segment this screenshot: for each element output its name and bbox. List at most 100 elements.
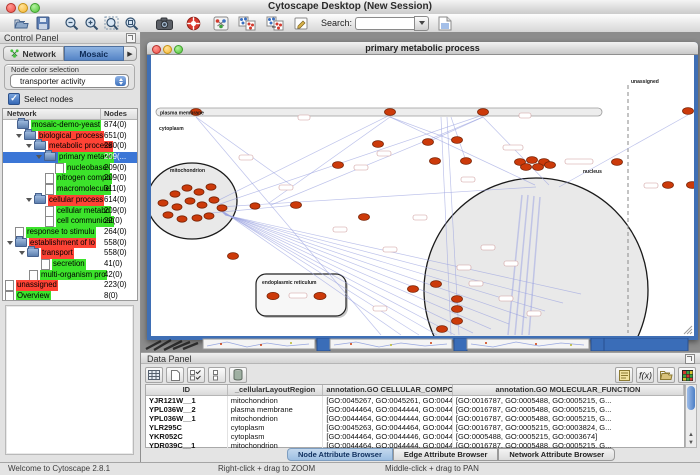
network-box-icon[interactable] — [213, 15, 229, 31]
zoom-fit-icon[interactable] — [104, 15, 120, 31]
search-dropdown-button[interactable] — [414, 16, 429, 31]
node-color-dropdown[interactable]: transporter activity — [10, 74, 129, 88]
tree-row-nucleobase[interactable]: nucleobase-209(0) — [3, 163, 137, 174]
tree-row-mosaic-demo-yeast[interactable]: mosaic-demo-yeast874(0) — [3, 120, 137, 131]
col-id[interactable]: ID — [146, 385, 228, 395]
network-file-icon — [45, 173, 54, 184]
tree-row-cellular-process[interactable]: cellular process614(0) — [3, 195, 137, 206]
network-file-icon — [45, 206, 54, 217]
function-builder-icon[interactable]: f(x) — [636, 367, 654, 383]
tab-node-attribute-browser[interactable]: Node Attribute Browser — [287, 448, 393, 461]
table-scrollbar[interactable]: ▲ ▼ — [685, 384, 697, 448]
resize-grip-icon[interactable] — [684, 326, 692, 334]
select-nodes-checkbox[interactable]: ✓ — [8, 93, 20, 105]
select-attributes-icon[interactable] — [187, 367, 205, 383]
tree-row-secretion[interactable]: secretion41(0) — [3, 259, 137, 270]
open-file-icon[interactable] — [14, 15, 30, 31]
folder-icon — [44, 152, 56, 161]
dropdown-value: transporter activity — [20, 77, 85, 86]
tab-network[interactable]: Network — [3, 46, 64, 61]
tree-row-establishment-of-localization[interactable]: establishment of lo558(0) — [3, 238, 137, 249]
app-title: Cytoscape Desktop (New Session) — [0, 0, 700, 14]
data-panel-header: Data Panel — [141, 352, 700, 364]
import-attributes-icon[interactable] — [657, 367, 675, 383]
tree-row-response-to-stimulus[interactable]: response to stimulu264(0) — [3, 227, 137, 238]
attribute-table: ID _cellularLayoutRegion annotation.GO C… — [145, 384, 685, 448]
minimized-windows-strip[interactable] — [141, 338, 700, 351]
tab-mosaic[interactable]: Mosaic — [64, 46, 125, 61]
network-transform-icon-2[interactable] — [266, 15, 284, 31]
search-input[interactable] — [355, 17, 414, 30]
tree-row-unassigned[interactable]: unassigned223(0) — [3, 280, 137, 291]
tab-scroll-button[interactable]: ▶ — [124, 46, 137, 61]
expand-triangle[interactable] — [36, 155, 42, 159]
attribute-table-icon[interactable] — [145, 367, 163, 383]
heatmap-icon[interactable] — [678, 367, 696, 383]
col-go-molecular-function[interactable]: annotation.GO MOLECULAR_FUNCTION — [453, 385, 684, 395]
snapshot-camera-icon[interactable] — [156, 15, 173, 31]
expand-triangle[interactable] — [26, 144, 32, 148]
help-lifering-icon[interactable] — [186, 15, 201, 31]
attribute-table-header[interactable]: ID _cellularLayoutRegion annotation.GO C… — [146, 385, 684, 396]
table-row[interactable]: YKR052Ccytoplasm[GO:0044464, GO:0044446,… — [146, 432, 684, 441]
scroll-down-icon[interactable]: ▼ — [686, 439, 696, 447]
new-attribute-icon[interactable] — [166, 367, 184, 383]
expand-triangle[interactable] — [19, 251, 25, 255]
tree-row-multi-organism-process[interactable]: multi-organism pro42(0) — [3, 270, 137, 281]
expand-triangle[interactable] — [26, 198, 32, 202]
tree-row-metabolic-process[interactable]: metabolic process280(0) — [3, 141, 137, 152]
expand-triangle[interactable] — [16, 134, 22, 138]
plasma-membrane-region[interactable] — [156, 108, 602, 116]
status-welcome: Welcome to Cytoscape 2.8.1 — [8, 464, 110, 473]
group-label: Node color selection — [11, 65, 79, 74]
annotation-icon[interactable] — [294, 15, 309, 31]
network-canvas[interactable]: plasma membrane cytoplasm mitochondrion … — [151, 55, 694, 336]
birds-eye-view[interactable] — [5, 305, 134, 455]
status-zoom-hint: Right-click + drag to ZOOM — [218, 464, 315, 473]
tab-edge-attribute-browser[interactable]: Edge Attribute Browser — [393, 448, 498, 461]
tree-row-primary-metabolic[interactable]: primary metabo209(... — [3, 152, 137, 163]
import-table-icon[interactable] — [438, 15, 452, 31]
table-row[interactable]: YLR295Ccytoplasm[GO:0045263, GO:0044464,… — [146, 423, 684, 432]
control-panel-tabs: Network Mosaic ▶ — [3, 46, 137, 61]
tab-network-attribute-browser[interactable]: Network Attribute Browser — [498, 448, 615, 461]
scrollbar-thumb[interactable] — [687, 386, 695, 410]
tree-row-cell-communication[interactable]: cell communicat22(0) — [3, 216, 137, 227]
zoom-out-icon[interactable] — [64, 15, 80, 31]
float-panel-icon[interactable] — [685, 354, 695, 364]
tree-row-overview[interactable]: Overview8(0) — [3, 291, 137, 301]
col-go-cellular-component[interactable]: annotation.GO CELLULAR_COMPONENT — [323, 385, 453, 395]
float-panel-icon[interactable] — [126, 33, 136, 43]
folder-icon — [15, 238, 27, 247]
network-file-icon — [41, 259, 50, 270]
tree-row-biological-process[interactable]: biological_process651(0) — [3, 131, 137, 142]
attribute-columns-icon[interactable] — [208, 367, 226, 383]
browser-tabs: Node Attribute Browser Edge Attribute Br… — [287, 448, 615, 461]
col-cellular-layout-region[interactable]: _cellularLayoutRegion — [228, 385, 324, 395]
tree-row-macromolecule[interactable]: macromolecule311(0) — [3, 184, 137, 195]
tree-row-cellular-metabolic[interactable]: cellular metabo209(0) — [3, 206, 137, 217]
network-file-icon — [45, 184, 54, 195]
network-view-window[interactable]: primary metabolic process — [147, 42, 698, 340]
network-tab-icon — [10, 49, 19, 58]
expand-triangle[interactable] — [7, 241, 13, 245]
tree-row-nitrogen-compound[interactable]: nitrogen compo209(0) — [3, 173, 137, 184]
svg-text:f(x): f(x) — [639, 371, 652, 381]
table-row[interactable]: YPL036W__1mitochondrion[GO:0044464, GO:0… — [146, 414, 684, 423]
network-desktop: primary metabolic process — [141, 32, 700, 352]
scroll-up-icon[interactable]: ▲ — [686, 431, 696, 439]
delete-attribute-icon[interactable] — [229, 367, 247, 383]
status-bar: Welcome to Cytoscape 2.8.1 Right-click +… — [0, 462, 700, 475]
nucleus-label: nucleus — [583, 169, 602, 175]
network-window-titlebar[interactable]: primary metabolic process — [147, 42, 698, 55]
table-row[interactable]: YPL036W__2plasma membrane[GO:0044464, GO… — [146, 405, 684, 414]
zoom-in-icon[interactable] — [84, 15, 100, 31]
network-window-title: primary metabolic process — [147, 42, 698, 55]
notes-icon[interactable] — [615, 367, 633, 383]
network-file-icon — [5, 291, 14, 301]
save-session-icon[interactable] — [36, 15, 50, 31]
table-row[interactable]: YJR121W__1mitochondrion[GO:0045267, GO:0… — [146, 396, 684, 405]
zoom-selected-icon[interactable] — [124, 15, 140, 31]
tree-row-transport[interactable]: transport558(0) — [3, 248, 137, 259]
network-transform-icon-1[interactable] — [238, 15, 256, 31]
